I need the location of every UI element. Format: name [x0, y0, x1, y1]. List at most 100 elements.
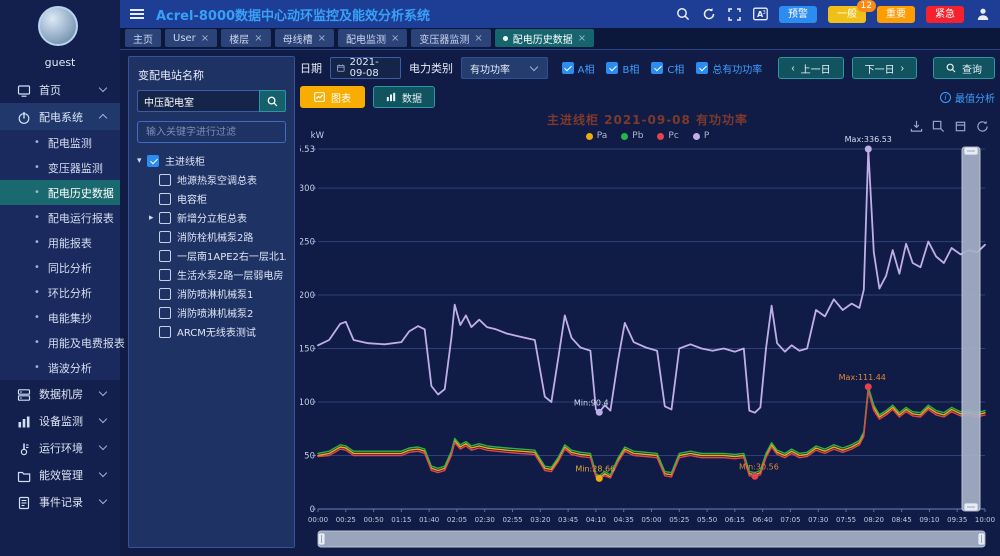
sidebar-subitem-变压器监测[interactable]: •变压器监测: [0, 155, 120, 180]
prev-day-button[interactable]: ‹ 上一日: [778, 57, 843, 79]
chevron-down-icon: [99, 442, 107, 450]
sidebar-item-数据机房[interactable]: 数据机房: [0, 380, 120, 407]
phase-checkbox-B相[interactable]: B相: [606, 61, 639, 76]
tab-母线槽[interactable]: 母线槽×: [275, 29, 334, 47]
tree-checkbox[interactable]: [159, 193, 171, 205]
tree-node-消防栓机械泵2路[interactable]: 消防栓机械泵2路: [137, 227, 286, 246]
zoom-box-icon[interactable]: [932, 120, 945, 133]
legend-item-Pa[interactable]: Pa: [586, 131, 608, 141]
chart-title: 主进线柜 2021-09-08 有功功率: [300, 111, 995, 128]
power-type-value: 有功功率: [470, 61, 531, 76]
x-tick-label: 02:55: [502, 516, 522, 524]
sidebar-item-设备监测[interactable]: 设备监测: [0, 407, 120, 434]
tree-node-新增分立柜总表[interactable]: ▸新增分立柜总表: [137, 208, 286, 227]
tab-楼层[interactable]: 楼层×: [221, 29, 270, 47]
restore-box-icon[interactable]: [954, 120, 967, 133]
date-picker[interactable]: 2021-09-08: [330, 57, 401, 79]
alert-badge-warning[interactable]: 预警: [779, 6, 817, 23]
phase-checkbox-总有功功率[interactable]: 总有功功率: [696, 61, 762, 76]
tab-配电历史数据[interactable]: 配电历史数据×: [495, 29, 594, 47]
legend-item-Pc[interactable]: Pc: [657, 131, 678, 141]
sidebar-item-首页[interactable]: 首页: [0, 76, 120, 103]
tab-User[interactable]: User×: [165, 29, 217, 47]
max-min-analysis-link[interactable]: i 最值分析: [940, 90, 995, 105]
sidebar-subitem-环比分析[interactable]: •环比分析: [0, 280, 120, 305]
checkbox[interactable]: [562, 62, 574, 74]
sidebar-subitem-谐波分析[interactable]: •谐波分析: [0, 355, 120, 380]
chart-view-button[interactable]: 图表: [300, 86, 365, 108]
sidebar-subitem-label: 用能及电费报表: [48, 335, 125, 351]
tree-checkbox[interactable]: [159, 269, 171, 281]
sidebar-subitem-配电监测[interactable]: •配电监测: [0, 130, 120, 155]
alert-badge-general[interactable]: 一般 12: [828, 6, 866, 23]
legend-item-P[interactable]: P: [693, 131, 709, 141]
header-actions: A3 预警 一般 12 重要 紧急: [675, 6, 990, 23]
data-view-button[interactable]: 数据: [373, 86, 435, 108]
tree-checkbox[interactable]: [159, 250, 171, 262]
sidebar-item-配电系统[interactable]: 配电系统: [0, 103, 120, 130]
tree-node-主进线柜[interactable]: ▾主进线柜: [137, 151, 286, 170]
tree-node-消防喷淋机械泵2[interactable]: 消防喷淋机械泵2: [137, 303, 286, 322]
refresh-icon[interactable]: [976, 120, 989, 133]
sidebar-subitem-电能集抄[interactable]: •电能集抄: [0, 305, 120, 330]
next-day-button[interactable]: 下一日 ›: [852, 57, 917, 79]
caret-right-icon[interactable]: ▸: [149, 213, 159, 223]
power-type-label: 电力类别: [409, 60, 453, 76]
tree-checkbox[interactable]: [147, 155, 159, 167]
station-search-button[interactable]: [259, 90, 286, 112]
tree-checkbox[interactable]: [159, 174, 171, 186]
sidebar-subitem-用能及电费报表[interactable]: •用能及电费报表: [0, 330, 120, 355]
close-icon[interactable]: ×: [391, 33, 399, 44]
horizontal-datazoom-slider[interactable]: [318, 531, 985, 547]
font-size-icon[interactable]: A3: [753, 7, 768, 22]
tree-filter-input[interactable]: [137, 121, 286, 143]
refresh-icon[interactable]: [701, 7, 716, 22]
sidebar-subitem-配电运行报表[interactable]: •配电运行报表: [0, 205, 120, 230]
tree-node-消防喷淋机械泵1[interactable]: 消防喷淋机械泵1: [137, 284, 286, 303]
tree-checkbox[interactable]: [159, 326, 171, 338]
sidebar-item-运行环境[interactable]: 运行环境: [0, 434, 120, 461]
sidebar-item-事件记录[interactable]: 事件记录: [0, 488, 120, 515]
checkbox[interactable]: [606, 62, 618, 74]
sidebar-subitem-配电历史数据[interactable]: •配电历史数据: [0, 180, 120, 205]
caret-down-icon[interactable]: ▾: [137, 156, 147, 166]
power-type-select[interactable]: 有功功率: [461, 57, 548, 79]
vertical-datazoom-slider[interactable]: [962, 147, 980, 511]
tree-checkbox[interactable]: [159, 231, 171, 243]
tree-node-电容柜[interactable]: 电容柜: [137, 189, 286, 208]
tree-checkbox[interactable]: [159, 288, 171, 300]
sidebar-item-能效管理[interactable]: 能效管理: [0, 461, 120, 488]
alert-badge-important[interactable]: 重要: [877, 6, 915, 23]
close-icon[interactable]: ×: [201, 33, 209, 44]
tree-node-ARCM无线表测试[interactable]: ARCM无线表测试: [137, 322, 286, 341]
tree-node-地源热泵空调总表[interactable]: 地源热泵空调总表: [137, 170, 286, 189]
close-icon[interactable]: ×: [318, 33, 326, 44]
search-icon[interactable]: [675, 7, 690, 22]
tree-checkbox[interactable]: [159, 307, 171, 319]
phase-checkbox-C相[interactable]: C相: [651, 61, 684, 76]
close-icon[interactable]: ×: [254, 33, 262, 44]
checkbox[interactable]: [696, 62, 708, 74]
tree-node-一层南1APE2右一层北1APE1左[interactable]: 一层南1APE2右一层北1APE1左: [137, 246, 286, 265]
close-icon[interactable]: ×: [474, 33, 482, 44]
tab-主页[interactable]: 主页: [125, 29, 161, 47]
query-button[interactable]: 查询: [933, 57, 995, 79]
tab-变压器监测[interactable]: 变压器监测×: [411, 29, 490, 47]
tree-checkbox[interactable]: [159, 212, 171, 224]
alert-badge-critical[interactable]: 紧急: [926, 6, 964, 23]
sidebar-subitem-同比分析[interactable]: •同比分析: [0, 255, 120, 280]
tab-配电监测[interactable]: 配电监测×: [338, 29, 407, 47]
download-icon[interactable]: [910, 120, 923, 133]
sidebar-subitem-用能报表[interactable]: •用能报表: [0, 230, 120, 255]
station-name-input[interactable]: [137, 90, 259, 112]
avatar[interactable]: [38, 6, 78, 46]
checkbox[interactable]: [651, 62, 663, 74]
close-icon[interactable]: ×: [578, 33, 586, 44]
phase-checkbox-A相[interactable]: A相: [562, 61, 595, 76]
tree-node-生活水泵2路一层弱电房[interactable]: 生活水泵2路一层弱电房: [137, 265, 286, 284]
hamburger-menu-icon[interactable]: [130, 9, 144, 19]
fullscreen-icon[interactable]: [727, 7, 742, 22]
user-icon[interactable]: [975, 7, 990, 22]
legend-item-Pb[interactable]: Pb: [621, 131, 643, 141]
sidebar-item-label: 运行环境: [39, 440, 83, 456]
